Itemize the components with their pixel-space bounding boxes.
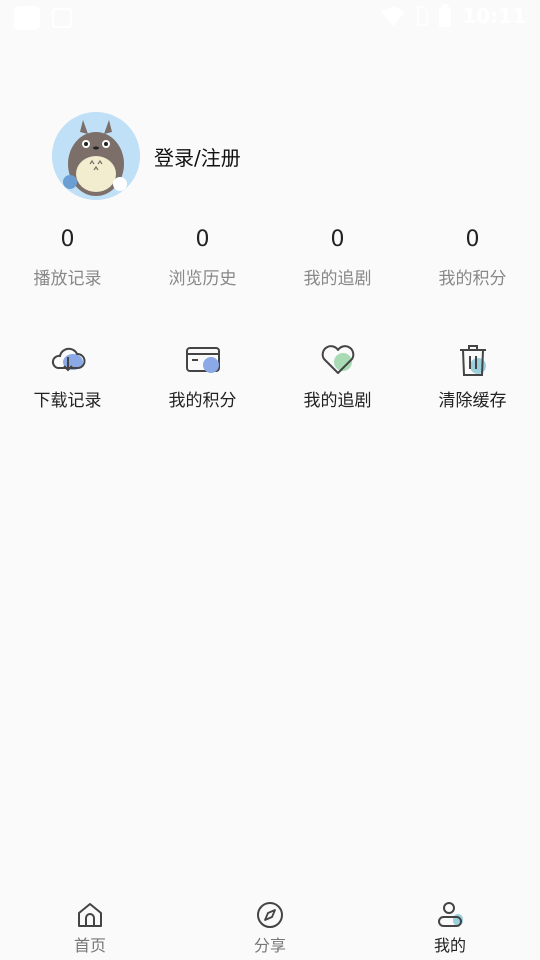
download-records-button[interactable]: 下载记录 [0,342,135,411]
stat-my-follows[interactable]: 0 我的追剧 [270,226,405,289]
trash-icon [459,345,486,376]
stat-value: 0 [330,227,345,252]
my-points-button[interactable]: 我的积分 [135,342,270,411]
image-notification-icon [52,8,72,28]
status-bar: 10:11 [0,0,540,36]
card-icon [185,347,220,373]
action-label: 清除缓存 [438,391,507,411]
avatar[interactable] [52,112,140,200]
wifi-icon [381,7,406,26]
tab-label: 我的 [433,936,466,955]
stat-my-points[interactable]: 0 我的积分 [405,226,540,289]
clear-cache-button[interactable]: 清除缓存 [405,342,540,411]
login-register-link[interactable]: 登录/注册 [154,142,241,171]
action-label: 我的追剧 [303,391,372,411]
heart-icon [321,345,354,374]
action-label: 下载记录 [33,391,102,411]
action-label: 我的积分 [168,391,237,411]
stat-label: 播放记录 [33,269,102,289]
tab-share[interactable]: 分享 [180,888,360,960]
sim-icon [417,6,429,26]
app-notification-icon [14,6,40,30]
profile-header[interactable]: 登录/注册 [52,112,241,200]
battery-icon [439,4,452,27]
stat-value: 0 [60,227,75,252]
tab-mine[interactable]: 我的 [360,888,540,960]
bottom-tab-bar: 首页 分享 我的 [0,888,540,960]
stat-value: 0 [195,227,210,252]
totoro-avatar-icon [52,112,140,200]
compass-icon [257,902,283,928]
actions-row: 下载记录 我的积分 我的追剧 清除缓存 [0,342,540,411]
tab-label: 首页 [73,936,106,955]
stat-label: 浏览历史 [168,269,237,289]
tab-label: 分享 [253,936,286,955]
stat-play-history[interactable]: 0 播放记录 [0,226,135,289]
stat-value: 0 [465,227,480,252]
stat-browse-history[interactable]: 0 浏览历史 [135,226,270,289]
status-time: 10:11 [462,4,526,28]
user-icon [438,902,463,927]
my-follows-button[interactable]: 我的追剧 [270,342,405,411]
stat-label: 我的追剧 [303,269,372,289]
stat-label: 我的积分 [438,269,507,289]
home-icon [78,903,102,927]
tab-home[interactable]: 首页 [0,888,180,960]
stats-row: 0 播放记录 0 浏览历史 0 我的追剧 0 我的积分 [0,226,540,289]
cloud-download-icon [51,347,85,372]
